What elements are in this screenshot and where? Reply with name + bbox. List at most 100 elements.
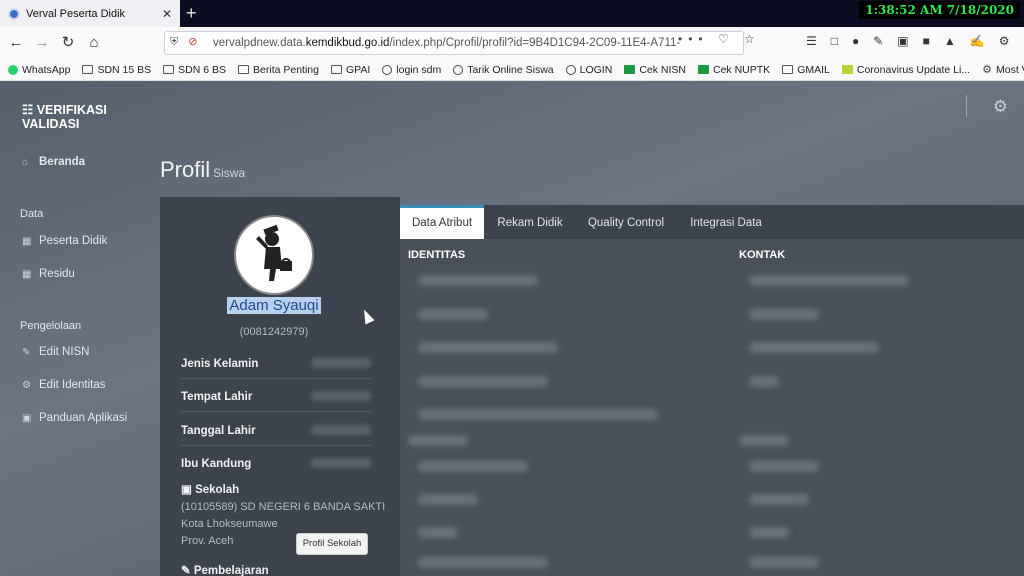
tab-rekam-didik[interactable]: Rekam Didik bbox=[490, 205, 570, 239]
sidebar-item-peserta-didik[interactable]: ▦ Peserta Didik bbox=[22, 235, 107, 247]
redacted-value bbox=[418, 376, 548, 387]
tab-quality-control[interactable]: Quality Control bbox=[580, 205, 672, 239]
reload-icon[interactable]: ↻ bbox=[58, 33, 78, 53]
bookmark-item[interactable]: Berita Penting bbox=[238, 64, 319, 76]
redacted-value bbox=[311, 358, 371, 368]
redacted-value bbox=[311, 458, 371, 468]
sidebar-section-data: Data bbox=[20, 208, 44, 220]
bookmark-item[interactable]: ⚙Most Visited bbox=[982, 63, 1024, 77]
sidebar-item-edit-identitas[interactable]: ⚙ Edit Identitas bbox=[22, 379, 105, 391]
sekolah-city: Kota Lhokseumawe bbox=[181, 518, 278, 530]
site-info-icons[interactable]: ⛨ ⊘ bbox=[170, 35, 197, 49]
sekolah-heading: ▣ Sekolah bbox=[181, 482, 239, 496]
settings-gear-icon[interactable]: ⚙ bbox=[993, 97, 1008, 117]
folder-icon bbox=[163, 65, 175, 74]
screen: Verval Peserta Didik ✕ + 1:38:52 AM 7/18… bbox=[0, 0, 1024, 576]
database-icon: ☷ bbox=[22, 103, 34, 117]
page-actions-icons[interactable]: ••• ♡ ☆ bbox=[678, 32, 761, 46]
table-icon: ▦ bbox=[22, 269, 32, 280]
field-ibu-kandung: Ibu Kandung bbox=[181, 458, 371, 478]
brand-title: ☷ VERIFIKASI VALIDASI bbox=[22, 102, 160, 131]
bookmark-item[interactable]: Cek NISN bbox=[624, 64, 686, 76]
redacted-value bbox=[418, 342, 558, 353]
sidebar-item-edit-nisn[interactable]: ✎ Edit NISN bbox=[22, 346, 90, 358]
browser-tab-strip: Verval Peserta Didik ✕ + 1:38:52 AM 7/18… bbox=[0, 0, 1024, 27]
redacted-value bbox=[418, 461, 528, 472]
sidebar-item-label: Beranda bbox=[39, 156, 86, 168]
pembelajaran-heading: ✎ Pembelajaran bbox=[181, 563, 269, 576]
shield-icon[interactable]: ⛨ bbox=[170, 36, 178, 48]
bookmark-item[interactable]: WhatsApp bbox=[8, 64, 70, 76]
system-clock: 1:38:52 AM 7/18/2020 bbox=[859, 1, 1020, 19]
section-kontak: KONTAK bbox=[739, 249, 786, 261]
page-subtitle: Siswa bbox=[213, 166, 246, 180]
redacted-value bbox=[418, 494, 478, 505]
bookmark-item[interactable]: Coronavirus Update Li... bbox=[841, 64, 970, 76]
home-icon[interactable]: ⌂ bbox=[84, 33, 104, 53]
new-tab-button[interactable]: + bbox=[186, 3, 197, 23]
bookmark-item[interactable]: login sdm bbox=[382, 64, 441, 76]
bookmark-label: GPAI bbox=[345, 63, 371, 76]
tab-title: Verval Peserta Didik bbox=[26, 7, 126, 20]
toolbar-extension-icons[interactable]: ☰□●✎▣■▲✍⚙ bbox=[806, 34, 1023, 48]
tab-integrasi-data[interactable]: Integrasi Data bbox=[684, 205, 768, 239]
plus-icon bbox=[624, 65, 636, 74]
bookmark-label: GMAIL bbox=[797, 63, 830, 76]
field-jenis-kelamin: Jenis Kelamin bbox=[181, 358, 371, 379]
redacted-value bbox=[418, 527, 458, 538]
pembelajaran-label: Pembelajaran bbox=[193, 565, 269, 576]
field-tanggal-lahir: Tanggal Lahir bbox=[181, 425, 371, 446]
insecure-lock-icon[interactable]: ⊘ bbox=[188, 36, 197, 48]
bookmark-item[interactable]: SDN 15 BS bbox=[82, 64, 151, 76]
detail-panel: IDENTITAS KONTAK bbox=[400, 239, 1024, 576]
globe-icon bbox=[453, 64, 464, 75]
sidebar: ☷ VERIFIKASI VALIDASI ⌂ Beranda Data ▦ Pes… bbox=[0, 81, 160, 576]
address-bar[interactable]: vervalpdnew.data.kemdikbud.go.id/index.p… bbox=[164, 31, 744, 55]
back-arrow-icon[interactable]: ← bbox=[6, 33, 26, 53]
sidebar-item-beranda[interactable]: ⌂ Beranda bbox=[22, 156, 85, 168]
bookmark-item[interactable]: Cek NUPTK bbox=[698, 64, 770, 76]
document-icon: ▣ bbox=[22, 413, 32, 424]
bookmark-item[interactable]: Tarik Online Siswa bbox=[453, 64, 554, 76]
bookmark-item[interactable]: GMAIL bbox=[782, 64, 830, 76]
pencil-icon: ✎ bbox=[181, 565, 191, 576]
bookmark-item[interactable]: LOGIN bbox=[565, 64, 612, 76]
tab-data-atribut[interactable]: Data Atribut bbox=[400, 205, 484, 239]
redacted-value bbox=[749, 376, 779, 387]
redacted-value bbox=[749, 309, 819, 320]
redacted-value bbox=[311, 391, 371, 401]
url-host: kemdikbud.go.id bbox=[305, 37, 390, 49]
bookmark-label: Berita Penting bbox=[253, 63, 319, 76]
bookmark-label: SDN 15 BS bbox=[97, 63, 152, 76]
field-label: Ibu Kandung bbox=[181, 458, 252, 470]
sidebar-item-label: Peserta Didik bbox=[39, 235, 108, 247]
bookmark-label: SDN 6 BS bbox=[178, 63, 227, 76]
page-title: Profil Siswa bbox=[160, 157, 245, 183]
site-favicon-icon bbox=[8, 7, 20, 20]
folder-icon bbox=[82, 65, 94, 74]
forward-arrow-icon[interactable]: → bbox=[32, 33, 52, 53]
sidebar-item-panduan[interactable]: ▣ Panduan Aplikasi bbox=[22, 412, 127, 424]
redacted-value bbox=[749, 275, 909, 286]
browser-tab[interactable]: Verval Peserta Didik ✕ bbox=[0, 0, 180, 27]
folder-icon bbox=[330, 65, 342, 74]
student-nisn: (0081242979) bbox=[239, 326, 309, 338]
sidebar-item-residu[interactable]: ▦ Residu bbox=[22, 268, 75, 280]
redacted-value bbox=[418, 557, 548, 568]
url-path: /index.php/Cprofil/profil?id=9B4D1C94-2C… bbox=[389, 37, 681, 49]
close-tab-icon[interactable]: ✕ bbox=[162, 7, 172, 21]
sidebar-section-pengelolaan: Pengelolaan bbox=[20, 320, 82, 332]
sekolah-province: Prov. Aceh bbox=[181, 535, 234, 547]
bookmark-label: Cek NISN bbox=[639, 63, 686, 76]
bookmark-item[interactable]: SDN 6 BS bbox=[163, 64, 226, 76]
student-name[interactable]: Adam Syauqi bbox=[160, 297, 388, 314]
book-icon: ▣ bbox=[181, 484, 192, 496]
bookmark-item[interactable]: GPAI bbox=[330, 63, 371, 76]
profil-sekolah-button[interactable]: Profil Sekolah bbox=[296, 533, 368, 555]
profile-card: Adam Syauqi (0081242979) Jenis Kelamin T… bbox=[160, 197, 400, 576]
bookmark-label: Cek NUPTK bbox=[713, 63, 771, 76]
redacted-value bbox=[749, 342, 879, 353]
graduate-icon bbox=[256, 224, 292, 281]
redacted-value bbox=[749, 527, 789, 538]
w-icon bbox=[841, 65, 853, 74]
